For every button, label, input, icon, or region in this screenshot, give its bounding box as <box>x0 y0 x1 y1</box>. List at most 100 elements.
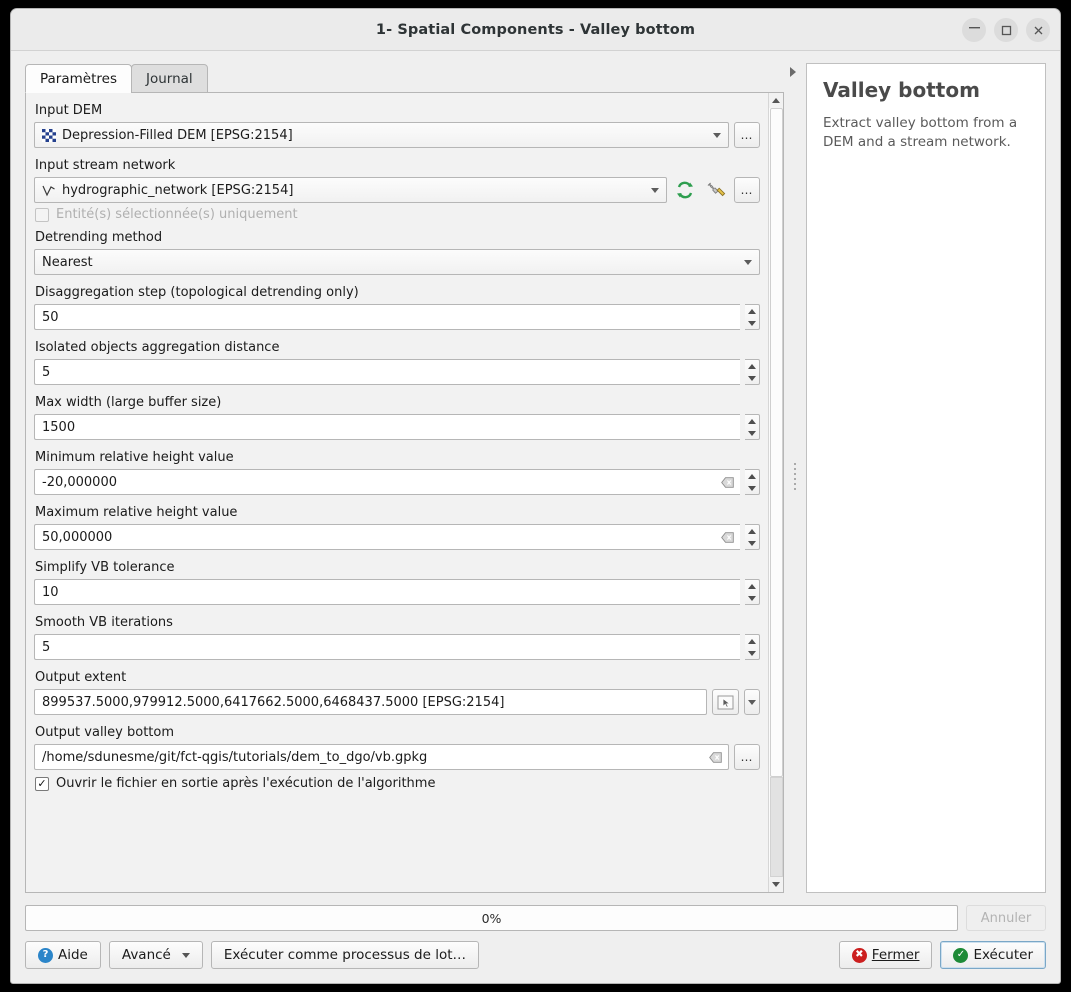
tab-journal-label: Journal <box>145 70 193 87</box>
scroll-up-icon[interactable] <box>768 93 783 108</box>
dialog-footer: 0% Annuler ? Aide Avancé Exécuter comme … <box>11 893 1060 983</box>
disaggregation-step-label: Disaggregation step (topological detrend… <box>35 285 359 300</box>
input-stream-network-combo[interactable]: hydrographic_network [EPSG:2154] <box>34 177 667 203</box>
advanced-button[interactable]: Avancé <box>108 941 203 969</box>
clear-icon[interactable] <box>720 530 734 544</box>
input-stream-network-value: hydrographic_network [EPSG:2154] <box>62 182 294 198</box>
max-width-input[interactable]: 1500 <box>34 414 740 440</box>
min-relative-height-input[interactable]: -20,000000 <box>34 469 740 495</box>
output-valley-bottom-input[interactable]: /home/sdunesme/git/fct-qgis/tutorials/de… <box>34 744 729 770</box>
run-as-batch-button[interactable]: Exécuter comme processus de lot… <box>210 941 480 969</box>
open-output-row[interactable]: ✓ Ouvrir le fichier en sortie après l'ex… <box>35 776 760 791</box>
disaggregation-step-stepper[interactable] <box>745 304 760 330</box>
chevron-down-icon <box>181 952 190 958</box>
splitter-grip-icon <box>794 463 796 490</box>
processing-dialog: 1- Spatial Components - Valley bottom Pa… <box>10 8 1061 984</box>
selected-features-only-checkbox <box>35 207 49 222</box>
max-width-value: 1500 <box>42 419 76 435</box>
input-stream-network-browse-button[interactable]: … <box>734 177 760 203</box>
output-valley-bottom-value: /home/sdunesme/git/fct-qgis/tutorials/de… <box>42 749 428 765</box>
selected-features-only-row: Entité(s) sélectionnée(s) uniquement <box>35 207 760 222</box>
iterate-layers-icon[interactable] <box>672 177 698 203</box>
select-extent-on-canvas-button[interactable] <box>712 689 739 715</box>
line-layer-icon <box>42 184 56 197</box>
input-dem-browse-button[interactable]: … <box>734 122 760 148</box>
scrollbar-remainder[interactable] <box>769 777 783 877</box>
open-output-label: Ouvrir le fichier en sortie après l'exéc… <box>56 776 436 791</box>
run-button-label: Exécuter <box>973 947 1033 963</box>
minimize-icon[interactable] <box>962 18 986 42</box>
button-row: ? Aide Avancé Exécuter comme processus d… <box>25 941 1046 969</box>
disaggregation-step-input[interactable]: 50 <box>34 304 740 330</box>
chevron-down-icon <box>744 259 752 265</box>
clear-icon[interactable] <box>708 750 722 764</box>
scroll-down-icon[interactable] <box>768 877 783 892</box>
tab-journal[interactable]: Journal <box>130 64 208 93</box>
field-output-extent: Output extent 899537.5000,979912.5000,64… <box>34 670 760 715</box>
help-title: Valley bottom <box>823 78 980 102</box>
close-status-icon: ✖ <box>851 947 867 963</box>
chevron-down-icon <box>713 132 721 138</box>
clear-icon[interactable] <box>720 475 734 489</box>
close-button[interactable]: ✖ Fermer <box>838 941 933 969</box>
input-dem-combo[interactable]: Depression-Filled DEM [EPSG:2154] <box>34 122 729 148</box>
simplify-vb-tolerance-label: Simplify VB tolerance <box>35 560 175 575</box>
output-valley-bottom-browse-button[interactable]: … <box>734 744 760 770</box>
collapse-panel-icon[interactable] <box>790 67 796 77</box>
output-extent-dropdown-button[interactable] <box>744 689 760 715</box>
disaggregation-step-value: 50 <box>42 309 59 325</box>
smooth-vb-iterations-label: Smooth VB iterations <box>35 615 173 630</box>
progress-row: 0% Annuler <box>25 905 1046 931</box>
run-as-batch-label: Exécuter comme processus de lot… <box>223 947 467 963</box>
isolated-objects-distance-input[interactable]: 5 <box>34 359 740 385</box>
close-icon[interactable] <box>1026 18 1050 42</box>
tab-parametres-label: Paramètres <box>40 70 117 87</box>
help-button[interactable]: ? Aide <box>25 941 101 969</box>
help-button-label: Aide <box>58 947 88 963</box>
output-extent-input[interactable]: 899537.5000,979912.5000,6417662.5000,646… <box>34 689 707 715</box>
close-button-label: Fermer <box>871 947 920 963</box>
field-max-width: Max width (large buffer size) 1500 <box>34 395 760 440</box>
open-output-checkbox[interactable]: ✓ <box>35 776 49 791</box>
detrending-method-label: Detrending method <box>35 230 163 245</box>
simplify-vb-tolerance-input[interactable]: 10 <box>34 579 740 605</box>
parameters-scrollbar[interactable] <box>768 93 783 892</box>
algorithm-help-panel: Valley bottom Extract valley bottom from… <box>806 63 1046 893</box>
help-icon: ? <box>38 947 53 963</box>
field-max-relative-height: Maximum relative height value 50,000000 <box>34 505 760 550</box>
field-isolated-objects-distance: Isolated objects aggregation distance 5 <box>34 340 760 385</box>
data-defined-override-icon[interactable] <box>703 177 729 203</box>
window-controls <box>962 18 1050 42</box>
simplify-vb-tolerance-value: 10 <box>42 584 59 600</box>
check-icon: ✓ <box>953 947 969 963</box>
max-relative-height-value: 50,000000 <box>42 529 113 545</box>
field-simplify-vb-tolerance: Simplify VB tolerance 10 <box>34 560 760 605</box>
maximize-icon[interactable] <box>994 18 1018 42</box>
max-relative-height-input[interactable]: 50,000000 <box>34 524 740 550</box>
smooth-vb-iterations-stepper[interactable] <box>745 634 760 660</box>
run-button[interactable]: ✓ Exécuter <box>940 941 1046 969</box>
input-dem-label: Input DEM <box>35 103 103 118</box>
smooth-vb-iterations-input[interactable]: 5 <box>34 634 740 660</box>
simplify-vb-tolerance-stepper[interactable] <box>745 579 760 605</box>
max-relative-height-stepper[interactable] <box>745 524 760 550</box>
window-title: 1- Spatial Components - Valley bottom <box>375 21 696 38</box>
panel-splitter[interactable] <box>784 63 806 893</box>
tab-parametres[interactable]: Paramètres <box>25 64 132 93</box>
selected-features-only-label: Entité(s) sélectionnée(s) uniquement <box>56 207 298 222</box>
progress-text: 0% <box>481 910 502 926</box>
cancel-button: Annuler <box>966 905 1046 931</box>
input-stream-network-label: Input stream network <box>35 158 176 173</box>
raster-layer-icon <box>42 128 56 142</box>
field-input-stream-network: Input stream network hydrographic_networ… <box>34 158 760 203</box>
min-relative-height-stepper[interactable] <box>745 469 760 495</box>
smooth-vb-iterations-value: 5 <box>42 639 51 655</box>
field-disaggregation-step: Disaggregation step (topological detrend… <box>34 285 760 330</box>
detrending-method-combo[interactable]: Nearest <box>34 249 760 275</box>
isolated-objects-distance-stepper[interactable] <box>745 359 760 385</box>
scrollbar-thumb[interactable] <box>769 108 783 778</box>
scrollbar-track[interactable] <box>768 108 783 877</box>
field-min-relative-height: Minimum relative height value -20,000000 <box>34 450 760 495</box>
input-dem-value: Depression-Filled DEM [EPSG:2154] <box>62 127 293 143</box>
max-width-stepper[interactable] <box>745 414 760 440</box>
